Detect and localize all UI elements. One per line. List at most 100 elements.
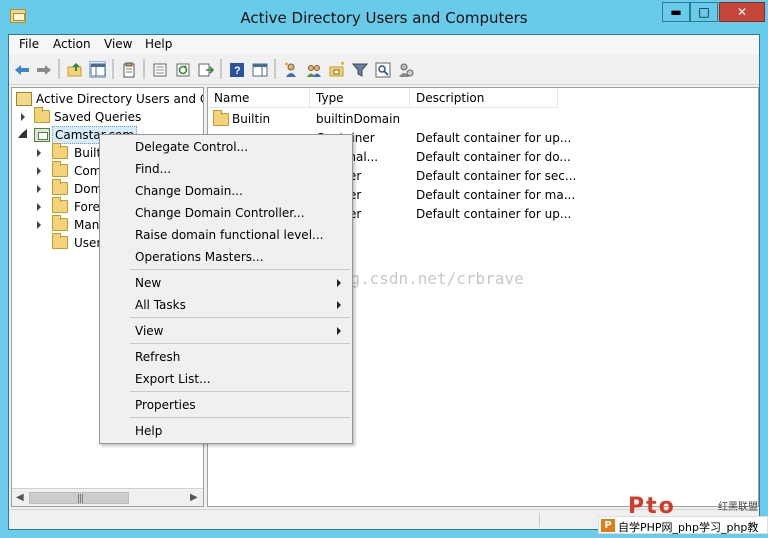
export-list-icon[interactable]: [151, 61, 168, 78]
maximize-button[interactable]: □: [690, 2, 718, 22]
status-divider: [539, 513, 540, 527]
logo-mark: Pto: [628, 494, 676, 519]
toolbar: ?: [9, 55, 759, 85]
menu-item-label: View: [135, 324, 164, 338]
show-action-pane-icon[interactable]: [251, 61, 268, 78]
help-icon[interactable]: ?: [228, 61, 245, 78]
cell-description: Default container for do...: [416, 150, 571, 164]
menu-item-export-list[interactable]: Export List...: [101, 368, 351, 390]
expand-arrow-icon[interactable]: [37, 221, 41, 229]
show-tree-icon[interactable]: [89, 61, 106, 78]
menu-item-label: Properties: [135, 398, 196, 412]
up-icon[interactable]: [66, 61, 83, 78]
tree-horizontal-scrollbar[interactable]: ◀ ||| ▶: [12, 488, 203, 506]
new-group-icon[interactable]: [305, 61, 322, 78]
folder-icon: [34, 107, 50, 123]
menu-item-operations-masters[interactable]: Operations Masters...: [101, 246, 351, 268]
menu-item-change-domain-controller[interactable]: Change Domain Controller...: [101, 202, 351, 224]
tree-root-label: Active Directory Users and Com: [36, 92, 203, 106]
new-ou-icon[interactable]: [328, 61, 345, 78]
context-menu: Delegate Control... Find... Change Domai…: [99, 134, 353, 444]
forward-icon[interactable]: [35, 61, 52, 78]
menu-item-delegate-control[interactable]: Delegate Control...: [101, 136, 351, 158]
menu-item-label: Change Domain...: [135, 184, 243, 198]
cell-description: Default container for ma...: [416, 188, 576, 202]
table-row[interactable]: Builtin builtinDomain: [208, 110, 758, 129]
menu-item-all-tasks[interactable]: All Tasks: [101, 294, 351, 316]
submenu-arrow-icon: [337, 327, 341, 335]
menu-item-help[interactable]: Help: [101, 420, 351, 442]
cell-type: builtinDomain: [316, 112, 401, 126]
delegate-icon[interactable]: [397, 61, 414, 78]
back-icon[interactable]: [13, 61, 30, 78]
menu-item-label: Refresh: [135, 350, 181, 364]
menu-item-properties[interactable]: Properties: [101, 394, 351, 416]
column-header-label: Description: [416, 91, 485, 105]
toolbar-separator: [220, 59, 222, 79]
logo-bar: P 自学PHP网_php学习_php教: [598, 516, 768, 534]
close-button[interactable]: ✕: [719, 2, 765, 22]
new-user-icon[interactable]: [282, 61, 299, 78]
menu-item-label: New: [135, 276, 162, 290]
collapse-arrow-icon[interactable]: [18, 129, 27, 138]
folder-icon: [52, 161, 68, 177]
toolbar-separator: [112, 59, 114, 79]
expand-arrow-icon[interactable]: [37, 167, 41, 175]
scrollbar-thumb[interactable]: |||: [29, 492, 129, 504]
column-header-label: Name: [214, 91, 250, 105]
folder-icon: [52, 233, 68, 249]
find-icon[interactable]: [374, 61, 391, 78]
menu-help[interactable]: Help: [145, 37, 172, 51]
grip-icon: |||: [77, 494, 84, 504]
submenu-arrow-icon: [337, 301, 341, 309]
menu-bar: File Action View Help: [9, 35, 759, 55]
menu-item-raise-functional-level[interactable]: Raise domain functional level...: [101, 224, 351, 246]
site-logo: Pto 红黑联盟 P 自学PHP网_php学习_php教: [598, 494, 768, 538]
menu-action[interactable]: Action: [53, 37, 91, 51]
minimize-button[interactable]: ▬: [662, 2, 690, 22]
expand-arrow-icon[interactable]: [37, 185, 41, 193]
ou-folder-icon: [52, 179, 68, 195]
folder-icon: [52, 197, 68, 213]
column-header-type[interactable]: Type: [310, 88, 410, 108]
folder-icon: [52, 143, 68, 159]
menu-separator: [130, 317, 350, 318]
menu-item-label: Help: [135, 424, 163, 438]
menu-separator: [130, 417, 350, 418]
menu-item-view[interactable]: View: [101, 320, 351, 342]
menu-item-change-domain[interactable]: Change Domain...: [101, 180, 351, 202]
export-icon[interactable]: [197, 61, 215, 78]
scroll-right-icon[interactable]: ▶: [190, 492, 198, 503]
menu-item-label: Operations Masters...: [135, 250, 264, 264]
logo-bar-text: 自学PHP网_php学习_php教: [618, 521, 759, 534]
menu-item-label: Delegate Control...: [135, 140, 249, 154]
cell-description: Default container for up...: [416, 207, 572, 221]
submenu-arrow-icon: [337, 279, 341, 287]
toolbar-separator: [143, 59, 145, 79]
menu-file[interactable]: File: [19, 37, 39, 51]
menu-item-label: All Tasks: [135, 298, 186, 312]
window-title: Active Directory Users and Computers: [240, 9, 528, 27]
menu-view[interactable]: View: [104, 37, 132, 51]
menu-item-refresh[interactable]: Refresh: [101, 346, 351, 368]
expand-arrow-icon[interactable]: [37, 203, 41, 211]
refresh-icon[interactable]: [174, 61, 191, 78]
column-header-label: Type: [316, 91, 344, 105]
menu-item-label: Export List...: [135, 372, 211, 386]
tree-item-label: Saved Queries: [54, 110, 142, 124]
menu-item-new[interactable]: New: [101, 272, 351, 294]
snapin-icon: [16, 92, 32, 106]
cell-description: Default container for up...: [416, 131, 572, 145]
properties-icon[interactable]: [120, 61, 137, 78]
menu-item-find[interactable]: Find...: [101, 158, 351, 180]
scroll-left-icon[interactable]: ◀: [16, 492, 24, 503]
domain-icon: [34, 128, 50, 142]
menu-separator: [130, 343, 350, 344]
toolbar-separator: [274, 59, 276, 79]
expand-arrow-icon[interactable]: [37, 149, 41, 157]
column-header-description[interactable]: Description: [410, 88, 558, 108]
menu-item-label: Raise domain functional level...: [135, 228, 324, 242]
expand-arrow-icon[interactable]: [21, 113, 25, 121]
filter-icon[interactable]: [351, 61, 369, 78]
column-header-name[interactable]: Name: [208, 88, 310, 108]
